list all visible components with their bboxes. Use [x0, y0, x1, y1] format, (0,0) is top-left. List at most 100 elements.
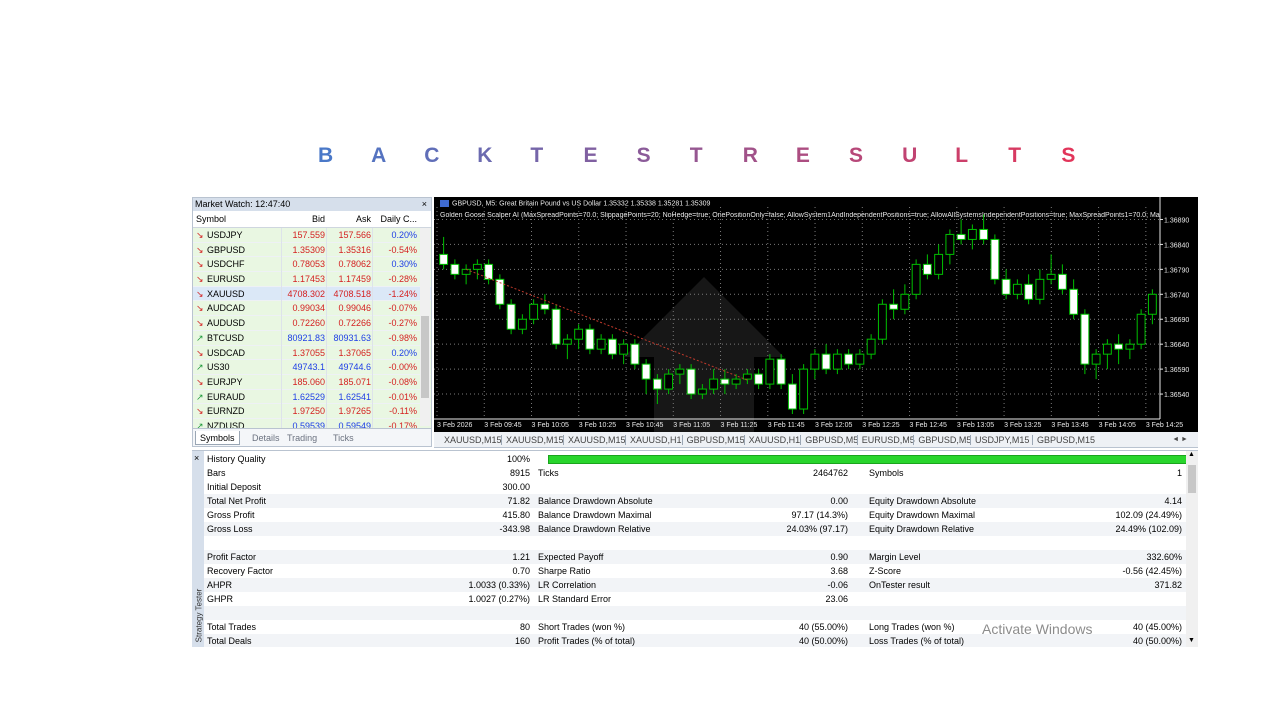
bid-price: 1.37055 — [292, 347, 325, 358]
column-bid[interactable]: Bid — [283, 211, 325, 228]
candle — [1114, 334, 1124, 365]
tester-row: Recovery Factor 0.70 Sharpe Ratio 3.68 Z-Sco… — [204, 564, 1186, 578]
title-letter: S — [636, 144, 651, 167]
chart-canvas[interactable]: 1.36890 1.36840 1.36790 1.36740 1.36690 1.366… — [434, 197, 1198, 432]
ask-price: 1.37065 — [338, 347, 371, 358]
symbol-row[interactable]: ↘ AUDUSD 0.72260 0.72266 -0.27% — [193, 316, 431, 331]
metric-value: 24.49% (102.09) — [1115, 524, 1182, 534]
tester-row: Gross Loss -343.98 Balance Drawdown Relati… — [204, 522, 1186, 536]
tester-row: AHPR 1.0033 (0.33%) LR Correlation -0.06 OnT… — [204, 578, 1186, 592]
market-watch-tabs: Symbols Details Trading Ticks — [193, 428, 431, 446]
candle — [574, 324, 584, 350]
symbol-row[interactable]: ↗ EURAUD 1.62529 1.62541 -0.01% — [193, 389, 431, 405]
chart-tab[interactable]: XAUUSD,M15 — [444, 432, 502, 447]
metric-value: 1 — [1176, 468, 1182, 478]
bear-candle-body — [1080, 313, 1090, 365]
history-quality-value: 100% — [506, 454, 530, 464]
tester-row — [204, 536, 1186, 550]
tester-scrollbar[interactable]: ▲ ▼ — [1186, 451, 1198, 647]
chart-tab[interactable]: GBPUSD,M15 — [687, 432, 745, 447]
chart-tab[interactable]: GBPUSD,M15 — [1037, 432, 1095, 447]
history-quality-bar — [548, 455, 1195, 464]
scroll-down-icon[interactable]: ▼ — [1188, 637, 1195, 644]
bid-price: 157.559 — [292, 230, 325, 240]
metric-label: Ticks — [538, 468, 559, 478]
metric-label: Total Net Profit — [207, 496, 267, 506]
close-icon[interactable]: × — [194, 453, 199, 463]
scrollbar-thumb[interactable] — [421, 316, 429, 398]
symbol-row[interactable]: ↘ XAUUSD 4708.302 4708.518 -1.24% — [193, 286, 431, 302]
price-chart[interactable]: GBPUSD, M5: Great Britain Pound vs US Do… — [434, 197, 1198, 432]
daily-change: -0.07% — [388, 303, 417, 314]
metric-value: 102.09 (24.49%) — [1115, 510, 1182, 520]
scrollbar-thumb[interactable] — [1188, 465, 1196, 493]
chart-tab[interactable]: XAUUSD,H1 — [749, 432, 801, 447]
chart-tab[interactable]: XAUUSD,M15 — [568, 432, 626, 447]
market-watch-tab[interactable]: Details — [248, 431, 284, 445]
arrow-down-icon: ↘ — [196, 259, 204, 270]
candle — [900, 284, 910, 315]
metric-label: GHPR — [207, 594, 234, 604]
metric-value: 8915 — [509, 468, 530, 478]
market-watch-tab[interactable]: Ticks — [329, 431, 358, 445]
tester-row — [204, 606, 1186, 620]
chart-tab[interactable]: GBPUSD,M5 — [918, 432, 971, 447]
candle — [1001, 269, 1011, 300]
symbol-row[interactable]: ↘ EURNZD 1.97250 1.97265 -0.11% — [193, 404, 431, 419]
bid-price: 0.78053 — [292, 259, 325, 270]
ask-price: 49744.6 — [338, 362, 371, 373]
candle — [754, 369, 764, 390]
symbol-row[interactable]: ↘ AUDCAD 0.99034 0.99046 -0.07% — [193, 301, 431, 317]
column-ask[interactable]: Ask — [327, 211, 371, 228]
candle — [922, 254, 932, 280]
candle — [450, 259, 460, 280]
time-label: 3 Feb 12:25 — [862, 422, 899, 429]
market-watch-scrollbar[interactable] — [420, 228, 430, 426]
tab-separator — [501, 435, 502, 445]
chart-tabs-nav-icon[interactable]: ◄ ► — [1172, 432, 1188, 447]
symbol-row[interactable]: ↘ EURUSD 1.17453 1.17459 -0.28% — [193, 272, 431, 287]
title-letter: E — [583, 144, 598, 167]
symbol-row[interactable]: ↗ US30 49743.1 49744.6 -0.00% — [193, 360, 431, 375]
bear-candle-body — [630, 343, 640, 365]
bull-candle-body — [1136, 313, 1146, 345]
arrow-up-icon: ↗ — [196, 362, 204, 373]
close-icon[interactable]: × — [422, 198, 427, 211]
market-watch-tab[interactable]: Trading — [283, 431, 321, 445]
chart-tab[interactable]: XAUUSD,M15 — [506, 432, 564, 447]
market-watch-tab[interactable]: Symbols — [195, 431, 240, 445]
candle — [1046, 254, 1056, 285]
candle — [866, 334, 876, 360]
metric-label: Profit Factor — [207, 552, 257, 562]
scroll-up-icon[interactable]: ▲ — [1188, 451, 1195, 458]
column-symbol[interactable]: Symbol — [196, 211, 226, 228]
symbol-row[interactable]: ↘ USDJPY 157.559 157.566 0.20% — [193, 228, 431, 243]
time-label: 3 Feb 14:25 — [1146, 422, 1183, 429]
metric-label: Balance Drawdown Absolute — [538, 496, 653, 506]
watermark-logo — [624, 277, 784, 432]
metric-label: Balance Drawdown Maximal — [538, 510, 652, 520]
symbol-row[interactable]: ↘ USDCAD 1.37055 1.37065 0.20% — [193, 345, 431, 361]
bull-candle-body — [810, 353, 820, 370]
symbol-row[interactable]: ↘ USDCHF 0.78053 0.78062 0.30% — [193, 257, 431, 273]
symbol-row[interactable]: ↘ GBPUSD 1.35309 1.35316 -0.54% — [193, 242, 431, 258]
candle — [551, 304, 561, 350]
bear-candle-body — [956, 233, 966, 240]
chart-tab[interactable]: GBPUSD,M5 — [805, 432, 858, 447]
candle — [799, 364, 809, 415]
metric-label: Equity Drawdown Relative — [869, 524, 975, 534]
tab-separator — [800, 435, 802, 445]
chart-tab[interactable]: XAUUSD,H1 — [630, 432, 682, 447]
price-label: 1.36690 — [1164, 317, 1189, 324]
symbol-row[interactable]: ↗ BTCUSD 80921.83 80931.63 -0.98% — [193, 330, 431, 346]
column-daily-change[interactable]: Daily C... — [373, 211, 417, 228]
chart-tab[interactable]: USDJPY,M15 — [975, 432, 1029, 447]
candle — [1069, 279, 1079, 320]
bull-candle-body — [1125, 343, 1135, 350]
bull-candle-body — [1091, 353, 1101, 365]
symbol-row[interactable]: ↘ EURJPY 185.060 185.071 -0.08% — [193, 374, 431, 390]
symbol-name: EURJPY — [207, 376, 243, 387]
chart-tab[interactable]: EURUSD,M5 — [862, 432, 915, 447]
metric-label: Gross Loss — [207, 524, 253, 534]
metric-label: Bars — [207, 468, 226, 478]
